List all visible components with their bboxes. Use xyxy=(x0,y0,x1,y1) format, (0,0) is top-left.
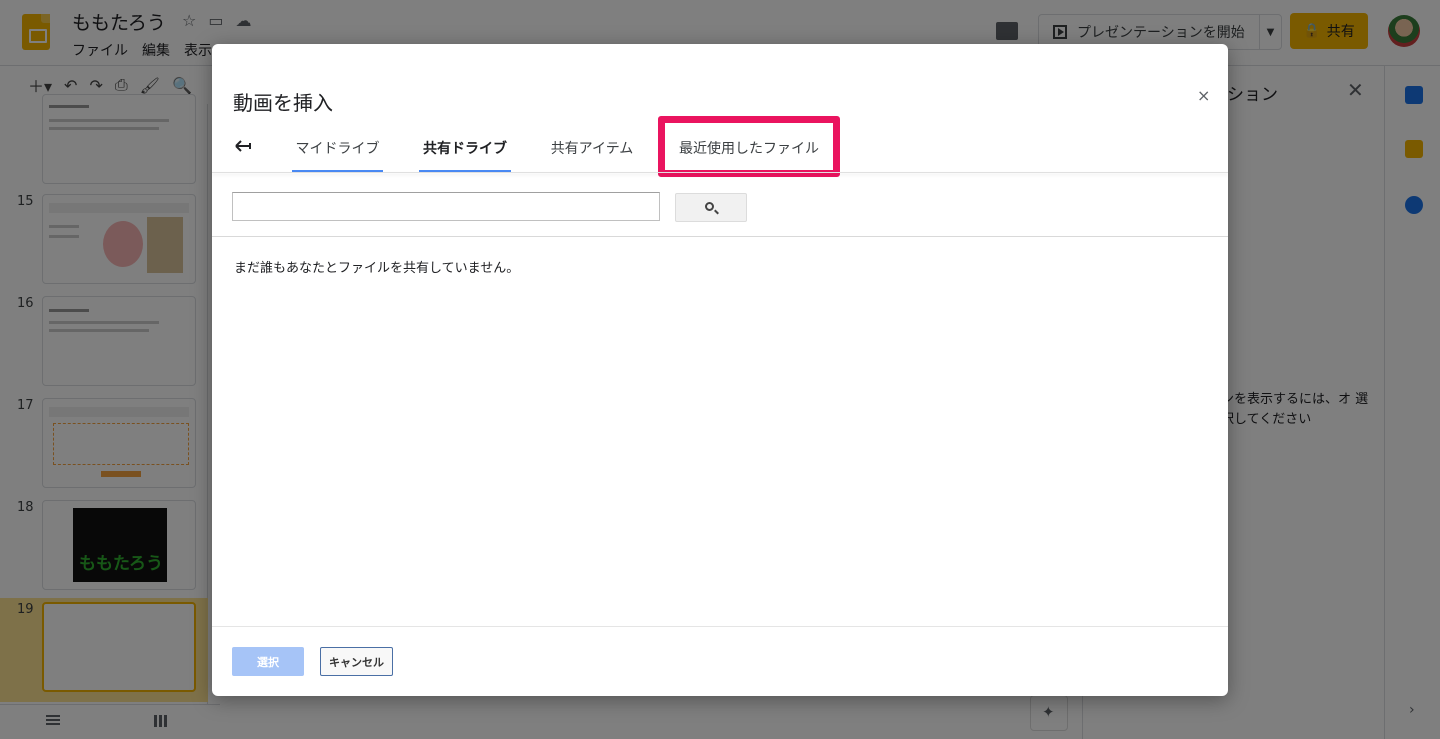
search-input[interactable] xyxy=(232,192,660,221)
tabs-divider xyxy=(212,172,1228,173)
tab-shared-drives[interactable]: 共有ドライブ xyxy=(419,138,511,172)
tab-shared-with-me[interactable]: 共有アイテム xyxy=(545,138,639,172)
select-button[interactable]: 選択 xyxy=(232,647,304,676)
content-divider xyxy=(212,236,1228,237)
empty-state-message: まだ誰もあなたとファイルを共有していません。 xyxy=(234,261,520,276)
cancel-button[interactable]: キャンセル xyxy=(320,647,393,676)
footer-divider xyxy=(212,626,1228,627)
tab-recent[interactable]: 最近使用したファイル xyxy=(671,138,827,172)
dialog-title: 動画を挿入 xyxy=(233,91,333,115)
tab-my-drive[interactable]: マイドライブ xyxy=(292,138,383,172)
close-icon[interactable]: × xyxy=(1197,86,1210,105)
search-icon xyxy=(705,202,714,211)
insert-video-dialog: 動画を挿入 × マイドライブ 共有ドライブ 共有アイテム 最近使用したファイル … xyxy=(212,44,1228,696)
search-button[interactable] xyxy=(675,193,747,222)
back-arrow-icon[interactable] xyxy=(233,136,253,156)
